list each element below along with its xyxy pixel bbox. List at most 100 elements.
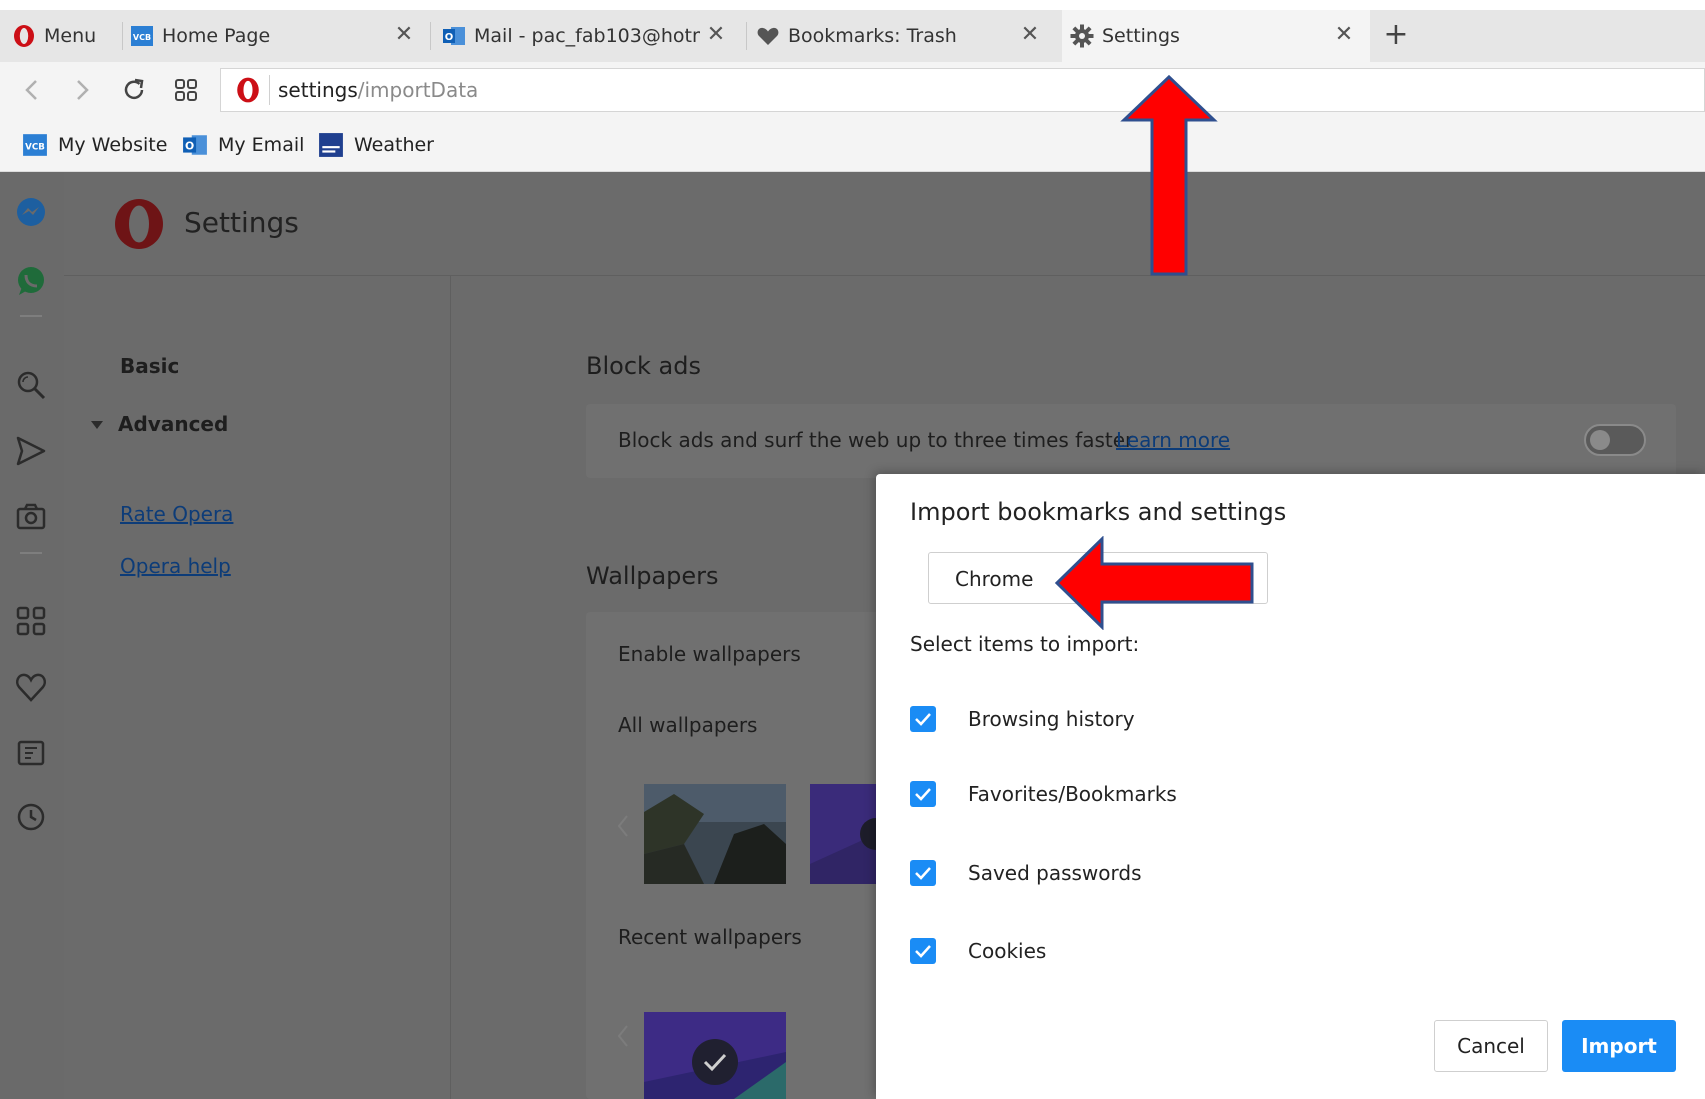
learn-more-link[interactable]: Learn more: [1116, 428, 1230, 452]
block-ads-title: Block ads: [586, 352, 701, 380]
tab-bookmarks-trash[interactable]: Bookmarks: Trash ✕: [756, 10, 1056, 62]
cookies-option[interactable]: Cookies: [910, 934, 1046, 968]
checkmark-icon: [915, 713, 931, 726]
enable-wallpapers-label: Enable wallpapers: [618, 642, 801, 666]
search-icon[interactable]: [14, 368, 48, 402]
heart-icon[interactable]: [14, 670, 48, 704]
bookmark-my-email[interactable]: O My Email: [182, 130, 304, 160]
tab-separator: [122, 22, 123, 50]
send-icon[interactable]: [14, 434, 48, 468]
checkbox-label: Browsing history: [968, 707, 1135, 731]
tab-separator: [746, 22, 747, 50]
bookmarks-bar: VCB My Website O My Email Weather: [0, 118, 1705, 172]
opera-help-link[interactable]: Opera help: [120, 554, 231, 578]
svg-text:VCB: VCB: [25, 142, 45, 152]
wallpaper-thumbnail[interactable]: [810, 784, 876, 884]
bookmark-label: Weather: [354, 134, 434, 156]
nav-advanced[interactable]: Advanced: [118, 412, 228, 436]
cookies-checkbox[interactable]: [910, 938, 936, 964]
chevron-left-icon[interactable]: [616, 1024, 630, 1048]
svg-text:O: O: [445, 32, 454, 43]
dialog-title: Import bookmarks and settings: [910, 498, 1287, 526]
wallpaper-purple-image: [810, 784, 876, 884]
speed-dial-icon[interactable]: [14, 604, 48, 638]
close-icon[interactable]: ✕: [392, 23, 416, 47]
sidebar-divider: [20, 552, 42, 554]
tab-separator: [430, 22, 431, 50]
whatsapp-icon[interactable]: [14, 264, 48, 298]
weather-channel-icon: [319, 133, 343, 157]
bookmark-weather[interactable]: Weather: [318, 130, 434, 160]
wallpaper-thumbnail-selected[interactable]: [644, 1012, 786, 1099]
menu-button[interactable]: Menu: [12, 10, 122, 62]
browsing-history-checkbox[interactable]: [910, 706, 936, 732]
sidebar: [0, 172, 64, 1099]
checkmark-icon: [915, 945, 931, 958]
url-host: settings: [278, 78, 358, 102]
block-ads-toggle[interactable]: [1584, 424, 1646, 456]
page-title: Settings: [184, 206, 299, 239]
url-path: /importData: [357, 78, 479, 102]
browsing-history-option[interactable]: Browsing history: [910, 702, 1135, 736]
all-wallpapers-label: All wallpapers: [618, 713, 758, 737]
news-icon[interactable]: [14, 736, 48, 770]
favorites-bookmarks-option[interactable]: Favorites/Bookmarks: [910, 777, 1177, 811]
close-icon[interactable]: ✕: [1018, 23, 1042, 47]
speed-dial-button[interactable]: [168, 72, 204, 108]
checkbox-label: Favorites/Bookmarks: [968, 782, 1177, 806]
vcb-icon: VCB: [23, 134, 47, 156]
import-button[interactable]: Import: [1562, 1020, 1676, 1072]
sidebar-divider: [20, 315, 42, 317]
toggle-knob: [1590, 430, 1610, 450]
favorites-bookmarks-checkbox[interactable]: [910, 781, 936, 807]
wallpaper-purple-image: [644, 1012, 786, 1099]
opera-icon: [237, 77, 259, 103]
messenger-icon[interactable]: [14, 196, 48, 230]
wallpaper-thumbnail[interactable]: [644, 784, 786, 884]
cancel-button[interactable]: Cancel: [1434, 1020, 1548, 1072]
saved-passwords-checkbox[interactable]: [910, 860, 936, 886]
address-bar: settings/importData: [0, 62, 1705, 118]
clock-icon[interactable]: [14, 800, 48, 834]
heart-icon: [757, 27, 779, 45]
recent-wallpapers-label: Recent wallpapers: [618, 925, 802, 949]
chevron-left-icon[interactable]: [616, 814, 630, 838]
svg-text:O: O: [185, 139, 194, 152]
tab-mail[interactable]: O Mail - pac_fab103@hotma ✕: [442, 10, 742, 62]
checkbox-label: Saved passwords: [968, 861, 1142, 885]
rate-opera-link[interactable]: Rate Opera: [120, 502, 233, 526]
wallpapers-title: Wallpapers: [586, 562, 719, 590]
grid-icon: [175, 79, 197, 101]
camera-icon[interactable]: [14, 500, 48, 534]
import-dialog: Import bookmarks and settings Chrome Sel…: [876, 474, 1705, 1099]
nav-basic[interactable]: Basic: [120, 354, 179, 378]
close-icon[interactable]: ✕: [1332, 23, 1356, 47]
tab-title: Settings: [1102, 25, 1180, 47]
settings-nav: Basic Advanced Rate Opera Opera help: [64, 276, 451, 1099]
bookmark-my-website[interactable]: VCB My Website: [22, 130, 167, 160]
new-tab-button[interactable]: +: [1380, 20, 1412, 52]
saved-passwords-option[interactable]: Saved passwords: [910, 856, 1142, 890]
reload-button[interactable]: [116, 72, 152, 108]
checkmark-icon: [915, 788, 931, 801]
tab-settings[interactable]: Settings ✕: [1062, 10, 1370, 62]
checkmark-icon: [915, 867, 931, 880]
caret-down-icon: [91, 421, 103, 429]
url-field[interactable]: settings/importData: [220, 68, 1705, 112]
checkbox-label: Cookies: [968, 939, 1047, 963]
gear-icon: [1070, 24, 1094, 48]
browser-select-value: Chrome: [955, 567, 1034, 591]
bookmark-label: My Website: [58, 134, 168, 156]
opera-logo-icon: [115, 199, 163, 249]
tab-title: Bookmarks: Trash: [788, 25, 957, 47]
tab-home-page[interactable]: VCB Home Page ✕: [130, 10, 430, 62]
left-arrow-annotation: [1054, 536, 1254, 630]
outlook-icon: O: [183, 135, 207, 155]
close-icon[interactable]: ✕: [704, 23, 728, 47]
forward-button[interactable]: [64, 72, 100, 108]
tab-bar: Menu VCB Home Page ✕ O Mail - pac_fab103…: [0, 10, 1705, 62]
wallpaper-coast-image: [644, 784, 786, 884]
block-ads-description: Block ads and surf the web up to three t…: [618, 428, 1134, 452]
back-button[interactable]: [14, 72, 50, 108]
chevron-right-icon: [77, 80, 89, 100]
